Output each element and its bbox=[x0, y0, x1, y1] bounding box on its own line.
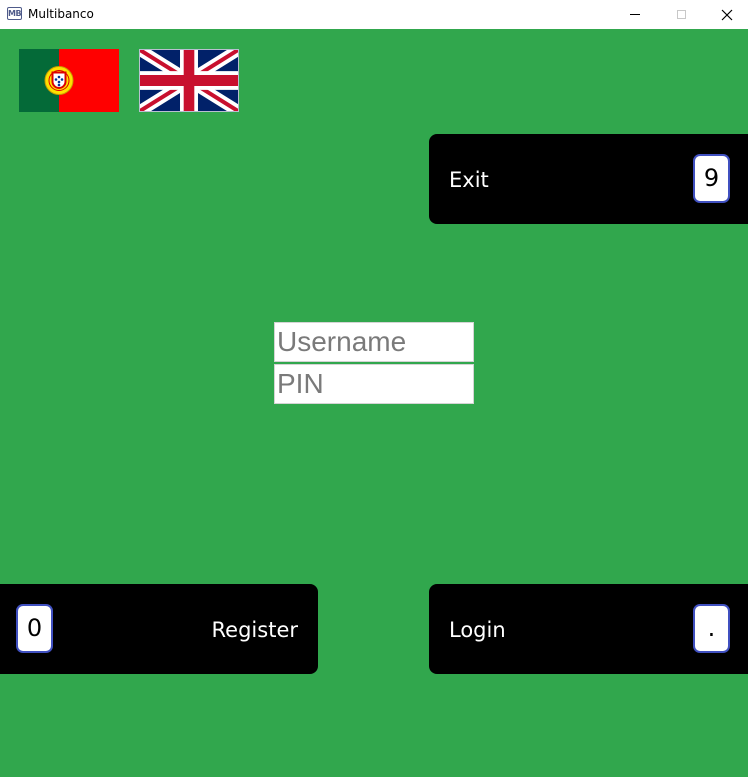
register-button[interactable]: 0 Register bbox=[0, 584, 318, 674]
english-language-button[interactable] bbox=[137, 44, 241, 117]
register-key-badge: 0 bbox=[16, 604, 53, 653]
login-button[interactable]: Login . bbox=[429, 584, 748, 674]
register-label: Register bbox=[211, 618, 298, 642]
maximize-button[interactable] bbox=[658, 0, 704, 29]
minimize-button[interactable] bbox=[612, 0, 658, 29]
title-bar: MB Multibanco bbox=[0, 0, 748, 29]
exit-key-badge: 9 bbox=[693, 154, 730, 203]
flag-portugal-icon bbox=[19, 49, 119, 112]
minimize-icon bbox=[630, 14, 640, 15]
flag-uk-icon bbox=[137, 44, 241, 117]
close-button[interactable] bbox=[704, 0, 748, 29]
exit-label: Exit bbox=[449, 168, 489, 192]
portuguese-language-button[interactable] bbox=[19, 49, 119, 112]
maximize-icon bbox=[676, 10, 686, 19]
exit-button[interactable]: Exit 9 bbox=[429, 134, 748, 224]
pin-input[interactable] bbox=[274, 364, 474, 404]
multibanco-app-icon: MB bbox=[7, 7, 22, 20]
window-title: Multibanco bbox=[28, 7, 94, 21]
login-label: Login bbox=[449, 618, 506, 642]
username-input[interactable] bbox=[274, 322, 474, 362]
login-key-badge: . bbox=[693, 604, 730, 653]
close-icon bbox=[721, 9, 733, 20]
